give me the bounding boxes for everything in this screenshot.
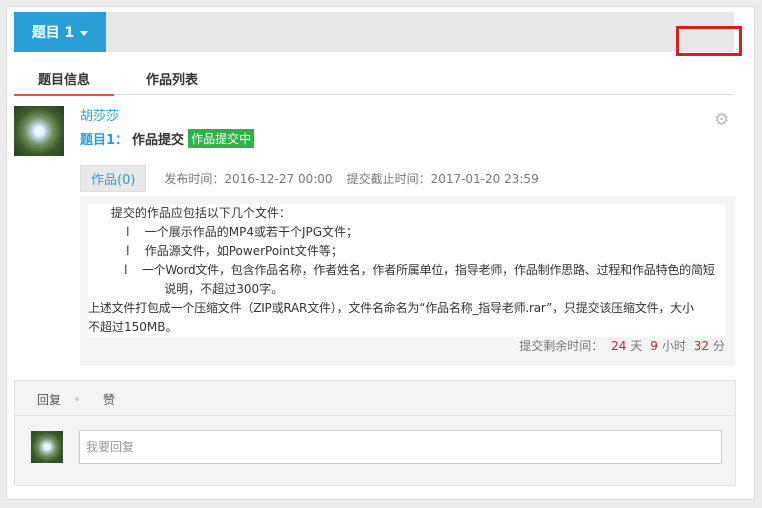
description-line: l 一个展示作品的MP4或若干个JPG文件；: [88, 225, 359, 239]
post-meta: 作品(0) 发布时间：2016-12-27 00:00 提交截止时间：2017-…: [80, 165, 553, 192]
minutes-unit: 分: [712, 339, 725, 353]
highlight-box: [676, 26, 742, 56]
description-line: 说明，不超过300字。: [88, 282, 284, 296]
caret-down-icon: [80, 30, 89, 36]
remaining-hours: 9: [650, 339, 658, 353]
topic-dropdown-button[interactable]: 题目 1: [14, 12, 106, 52]
post-title: 题目1： 作品提交 作品提交中: [80, 129, 255, 148]
publish-time: 发布时间：2016-12-27 00:00: [164, 172, 333, 186]
tab-topic-info[interactable]: 题目信息: [14, 66, 114, 96]
reply-area: 回复 赞: [14, 380, 736, 486]
deadline-time: 提交截止时间：2017-01-20 23:59: [346, 172, 539, 186]
tab-like[interactable]: 赞: [103, 391, 115, 408]
description-line: l 一个Word文件，包含作品名称，作者姓名，作者所属单位，指导老师，作品制作思…: [88, 263, 715, 277]
avatar[interactable]: [14, 106, 64, 156]
status-badge: 作品提交中: [188, 129, 255, 148]
description-line: l 作品源文件，如PowerPoint文件等；: [88, 244, 343, 258]
hours-unit: 小时: [661, 339, 686, 353]
tab-bar: 题目信息 作品列表: [14, 66, 734, 96]
description-line: 不超过150MB。: [88, 320, 178, 334]
tab-works-list[interactable]: 作品列表: [126, 66, 218, 94]
remaining-prefix: 提交剩余时间：: [519, 339, 604, 353]
author-name[interactable]: 胡莎莎: [80, 105, 119, 124]
reply-input[interactable]: [79, 430, 722, 464]
remaining-days: 24: [611, 339, 627, 353]
description-panel: 提交的作品应包括以下几个文件： l 一个展示作品的MP4或若干个JPG文件； l…: [80, 196, 735, 366]
reply-tabs: 回复 赞: [15, 381, 735, 416]
topic-bar: 题目 1: [14, 12, 742, 56]
works-count-button[interactable]: 作品(0): [80, 165, 147, 192]
remaining-minutes: 32: [693, 339, 709, 353]
separator-dot: [75, 397, 79, 401]
gear-icon[interactable]: ⚙: [714, 110, 729, 130]
title-text: 作品提交: [132, 133, 185, 148]
days-unit: 天: [630, 339, 643, 353]
description-line: 上述文件打包成一个压缩文件（ZIP或RAR文件），文件名命名为“作品名称_指导老…: [88, 301, 694, 315]
current-user-avatar: [31, 431, 63, 463]
description-line: 提交的作品应包括以下几个文件：: [88, 206, 291, 220]
topic-button-label: 题目 1: [31, 25, 75, 41]
description-text: 提交的作品应包括以下几个文件： l 一个展示作品的MP4或若干个JPG文件； l…: [88, 204, 725, 337]
title-prefix[interactable]: 题目1：: [80, 129, 128, 148]
remaining-time: 提交剩余时间： 24 天 9 小时 32 分: [519, 337, 725, 354]
tab-reply[interactable]: 回复: [37, 391, 61, 408]
